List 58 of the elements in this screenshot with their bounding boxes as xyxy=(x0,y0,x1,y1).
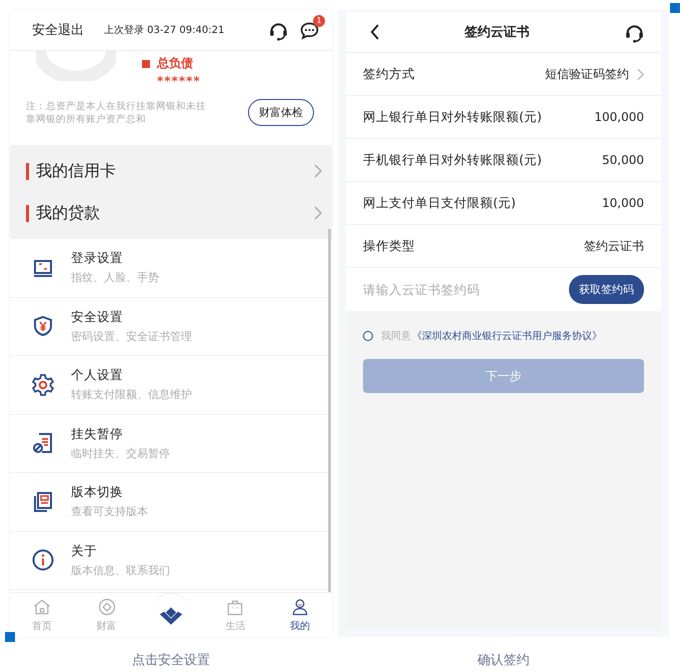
chevron-icon xyxy=(314,206,322,220)
menu-subtitle: 版本信息、联系我们 xyxy=(71,562,170,578)
field-label: 网上支付单日支付限额(元) xyxy=(363,194,517,212)
accent-bar xyxy=(26,162,29,180)
field-value: 签约云证书 xyxy=(584,238,644,254)
amount-text: ****** xyxy=(157,74,201,88)
menu-title: 版本切换 xyxy=(71,484,124,502)
menu-subtitle: 临时挂失、交易暂停 xyxy=(71,446,170,461)
field-value: 50,000 xyxy=(602,153,644,167)
info-icon xyxy=(31,548,55,572)
nav-tab[interactable]: 我的 xyxy=(268,593,332,637)
corner-marker xyxy=(5,632,15,642)
field-label: 手机银行单日对外转账限额(元) xyxy=(363,152,543,168)
note-text: 注：总资产是本人在我行挂靠网银和未挂靠网银的所有账户资产总和 xyxy=(26,100,207,126)
field-value: 100,000 xyxy=(594,110,644,124)
get-code-button[interactable]: 获取签约码 xyxy=(569,275,644,304)
logout-link[interactable]: 安全退出 xyxy=(32,21,84,39)
back-icon[interactable] xyxy=(370,24,380,40)
menu-subtitle: 密码设置、安全证书管理 xyxy=(71,328,192,344)
menu-subtitle: 转账支付限额、信息维护 xyxy=(71,387,192,402)
caption-text: 确认签约 xyxy=(478,652,530,669)
agree-text: 我同意 xyxy=(381,330,411,343)
section-link[interactable]: 我的信用卡 xyxy=(36,160,314,182)
menu-title: 安全设置 xyxy=(71,308,124,326)
menu-title: 登录设置 xyxy=(71,250,124,268)
field-value: 短信验证码签约 xyxy=(545,66,629,82)
field-label: 网上银行单日对外转账限额(元) xyxy=(363,108,543,126)
chevron-icon xyxy=(314,164,322,178)
agreement-link[interactable]: 《深圳农村商业银行云证书用户服务协议》 xyxy=(412,329,602,343)
field-value: 10,000 xyxy=(602,196,644,210)
menu-subtitle: 查看可支持版本 xyxy=(71,504,148,520)
logo-icon xyxy=(158,605,184,627)
menu-subtitle: 指纹、人脸、手势 xyxy=(71,270,159,286)
documents-icon xyxy=(31,490,55,514)
agree-radio[interactable] xyxy=(363,331,373,341)
corner-marker xyxy=(670,3,680,13)
house-icon xyxy=(32,597,52,617)
section-link[interactable]: 我的贷款 xyxy=(36,202,314,224)
menu-title: 挂失暂停 xyxy=(71,426,124,443)
coin-icon xyxy=(96,597,117,617)
menu-item[interactable]: 版本切换 查看可支持版本 xyxy=(10,473,328,532)
scrollbar[interactable] xyxy=(328,229,331,592)
wealth-check-button[interactable]: 财富体检 xyxy=(248,99,314,126)
menu-title: 个人设置 xyxy=(71,367,124,384)
legend-marker xyxy=(142,60,150,68)
person-icon xyxy=(290,597,310,617)
screen-title: 签约云证书 xyxy=(464,24,530,41)
menu-title: 关于 xyxy=(71,542,98,560)
message-badge: 1 xyxy=(313,14,325,26)
accent-bar xyxy=(26,204,29,222)
caption-text: 点击安全设置 xyxy=(132,652,210,669)
field-label: 签约方式 xyxy=(363,66,416,82)
gear-icon xyxy=(31,372,55,397)
shield-icon xyxy=(31,314,55,338)
last-login-text: 上次登录 03-27 09:40:21 xyxy=(104,24,226,37)
field-label: 操作类型 xyxy=(363,238,416,254)
legend-label: 总负债 xyxy=(157,55,193,72)
document-icon xyxy=(31,431,55,456)
